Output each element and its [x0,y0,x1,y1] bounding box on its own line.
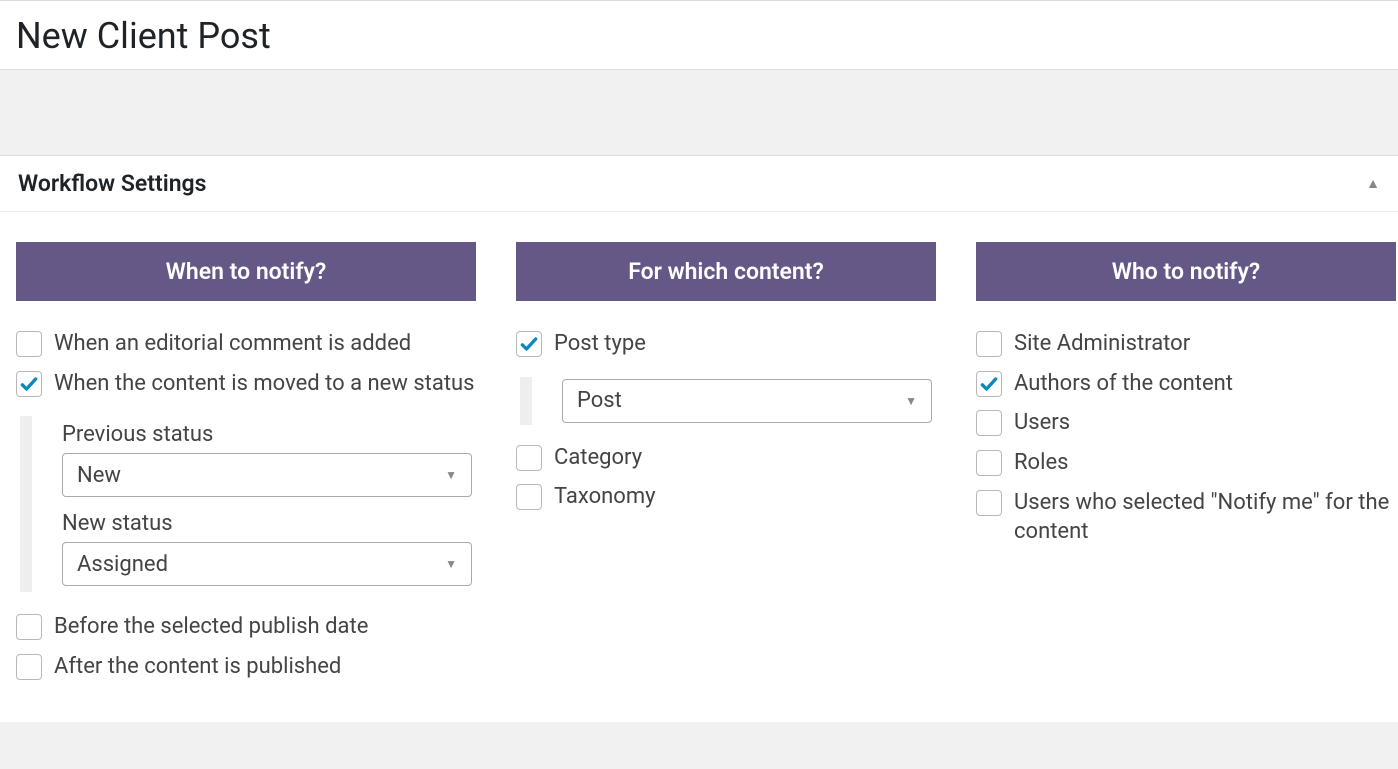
checkbox-editorial-comment[interactable] [16,331,42,357]
checkbox-moved-status[interactable] [16,371,42,397]
option-taxonomy-label: Taxonomy [554,482,656,512]
checkbox-before-publish[interactable] [16,614,42,640]
panel-header[interactable]: Workflow Settings ▲ [0,156,1398,212]
panel-collapse-toggle[interactable]: ▲ [1366,175,1380,192]
option-editorial-comment[interactable]: When an editorial comment is added [16,329,476,359]
checkbox-post-type[interactable] [516,331,542,357]
panel-title: Workflow Settings [18,170,206,197]
option-notify-me-label: Users who selected "Notify me" for the c… [1014,488,1396,547]
option-authors[interactable]: Authors of the content [976,369,1396,399]
option-category[interactable]: Category [516,443,936,473]
checkbox-roles[interactable] [976,450,1002,476]
post-type-value: Post [577,388,622,413]
checkbox-users[interactable] [976,410,1002,436]
new-status-label: New status [62,511,476,536]
column-content-heading: For which content? [516,242,936,301]
option-taxonomy[interactable]: Taxonomy [516,482,936,512]
previous-status-value: New [77,463,121,488]
option-authors-label: Authors of the content [1014,369,1233,399]
option-before-publish-label: Before the selected publish date [54,612,368,642]
new-status-value: Assigned [77,552,168,577]
column-when-heading: When to notify? [16,242,476,301]
page-title: New Client Post [16,15,1382,57]
post-type-subblock: Post ▼ [520,377,936,425]
option-after-published[interactable]: After the content is published [16,652,476,682]
previous-status-label: Previous status [62,422,476,447]
spacer-bar [0,70,1398,156]
new-status-select[interactable]: Assigned ▼ [62,542,472,586]
checkbox-after-published[interactable] [16,654,42,680]
workflow-settings-panel: Workflow Settings ▲ When to notify? When… [0,156,1398,722]
column-when: When to notify? When an editorial commen… [16,242,476,692]
moved-status-subblock: Previous status New ▼ New status Assigne… [20,416,476,592]
option-site-admin[interactable]: Site Administrator [976,329,1396,359]
option-roles[interactable]: Roles [976,448,1396,478]
chevron-down-icon: ▼ [445,557,457,571]
check-icon [19,374,39,394]
option-category-label: Category [554,443,642,473]
option-roles-label: Roles [1014,448,1068,478]
check-icon [979,374,999,394]
option-post-type-label: Post type [554,329,646,359]
option-before-publish[interactable]: Before the selected publish date [16,612,476,642]
checkbox-notify-me[interactable] [976,490,1002,516]
checkbox-site-admin[interactable] [976,331,1002,357]
option-post-type[interactable]: Post type [516,329,936,359]
previous-status-select[interactable]: New ▼ [62,453,472,497]
caret-up-icon: ▲ [1366,176,1380,192]
option-site-admin-label: Site Administrator [1014,329,1190,359]
option-moved-status-label: When the content is moved to a new statu… [54,369,475,399]
option-after-published-label: After the content is published [54,652,341,682]
page-title-bar: New Client Post [0,0,1398,70]
option-notify-me[interactable]: Users who selected "Notify me" for the c… [976,488,1396,547]
column-content: For which content? Post type Post ▼ Cate… [516,242,936,522]
panel-body: When to notify? When an editorial commen… [0,212,1398,722]
column-who: Who to notify? Site Administrator Author… [976,242,1396,557]
checkbox-authors[interactable] [976,371,1002,397]
check-icon [519,334,539,354]
option-editorial-comment-label: When an editorial comment is added [54,329,411,359]
option-moved-status[interactable]: When the content is moved to a new statu… [16,369,476,399]
column-who-heading: Who to notify? [976,242,1396,301]
option-users-label: Users [1014,408,1070,438]
option-users[interactable]: Users [976,408,1396,438]
chevron-down-icon: ▼ [905,394,917,408]
post-type-select[interactable]: Post ▼ [562,379,932,423]
chevron-down-icon: ▼ [445,468,457,482]
checkbox-category[interactable] [516,445,542,471]
checkbox-taxonomy[interactable] [516,484,542,510]
